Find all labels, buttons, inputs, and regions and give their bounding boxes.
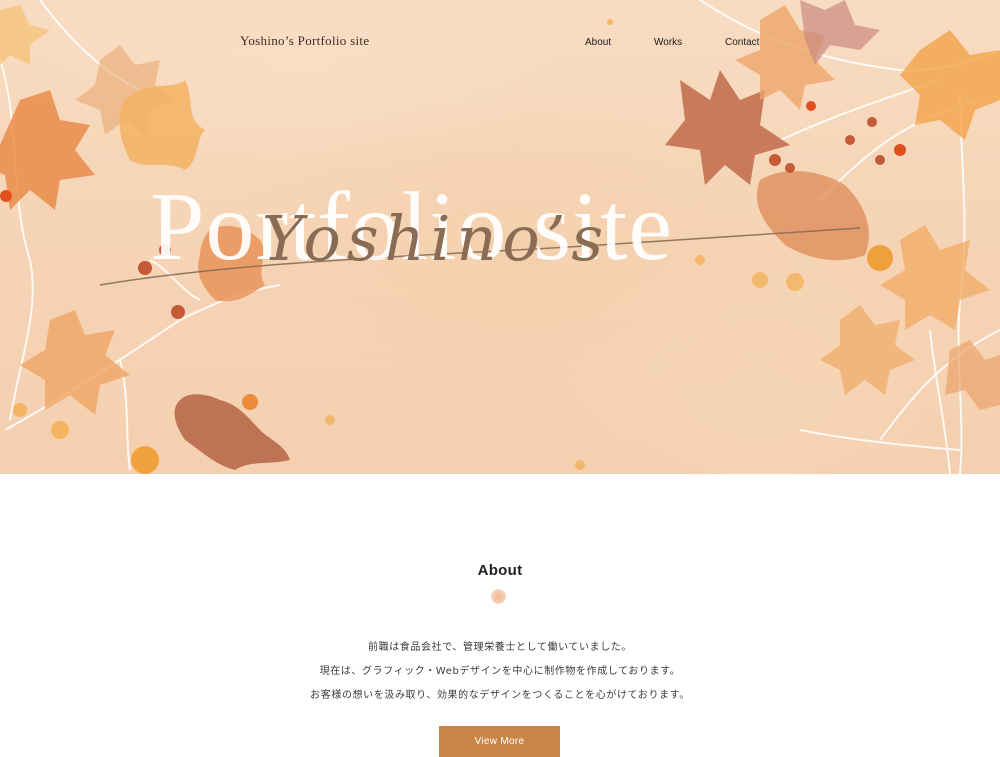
about-section: About 前職は食品会社で、管理栄養士として働いていました。 現在は、グラフィ… xyxy=(0,474,1000,757)
nav-link-works[interactable]: Works xyxy=(654,37,682,48)
hero-script-title: Yoshino’s xyxy=(262,202,610,275)
hero-section: Yoshino’s Portfolio site About Works Con… xyxy=(0,0,1000,474)
view-more-button[interactable]: View More xyxy=(439,726,560,757)
about-description: 前職は食品会社で、管理栄養士として働いていました。 現在は、グラフィック・Web… xyxy=(0,636,1000,708)
main-nav: About Works Contact xyxy=(0,37,1000,51)
nav-link-about[interactable]: About xyxy=(585,37,611,48)
about-paragraph: 現在は、グラフィック・Webデザインを中心に制作物を作成しております。 xyxy=(319,666,681,677)
heading-dot-ornament xyxy=(491,589,506,604)
about-paragraph: お客様の想いを汲み取り、効果的なデザインをつくることを心がけております。 xyxy=(310,690,690,701)
about-heading: About xyxy=(477,562,523,579)
nav-link-contact[interactable]: Contact xyxy=(725,37,759,48)
about-paragraph: 前職は食品会社で、管理栄養士として働いていました。 xyxy=(368,642,632,653)
